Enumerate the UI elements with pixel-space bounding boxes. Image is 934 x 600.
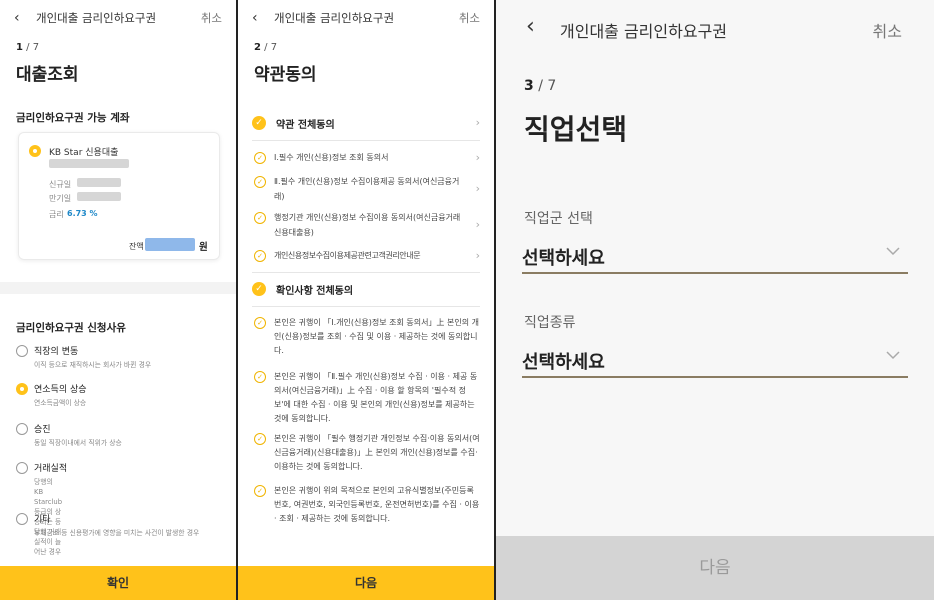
divider <box>252 272 480 273</box>
chevron-down-icon <box>886 351 900 360</box>
term-label: Ⅰ.필수 개인(신용)정보 조회 동의서 <box>274 153 389 162</box>
step-indicator: 2 / 7 <box>254 42 278 53</box>
chevron-right-icon: › <box>475 151 480 164</box>
job-group-value: 선택하세요 <box>522 248 605 269</box>
reason-section-label: 금리인하요구권 신청사유 <box>16 322 126 334</box>
check-circle-icon: ✓ <box>252 282 266 296</box>
cancel-button[interactable]: 취소 <box>201 10 222 26</box>
check-circle-icon: ✓ <box>254 485 266 497</box>
header: ‹ 개인대출 금리인하요구권 취소 <box>496 0 934 41</box>
confirm-text: 본인은 귀행이 「필수 행정기관 개인정보 수집·이용 동의서(여신금융거래)(… <box>274 434 480 471</box>
rate-label: 금리 <box>49 210 64 219</box>
chevron-right-icon: › <box>475 182 480 195</box>
reason-title: 연소득의 상승 <box>34 385 87 395</box>
back-icon[interactable]: ‹ <box>14 10 20 26</box>
chevron-down-icon <box>886 247 900 256</box>
all-terms-label: 약관 전체동의 <box>276 120 335 131</box>
chevron-right-icon: › <box>475 218 480 231</box>
term-label: Ⅱ.필수 개인(신용)정보 수집이용제공 동의서(여신금융거래) <box>274 177 460 201</box>
radio-icon[interactable] <box>16 345 28 357</box>
radio-selected-icon[interactable] <box>16 383 28 395</box>
reason-desc: 동일 직장이내에서 직위가 상승 <box>34 439 122 447</box>
header: ‹ 개인대출 금리인하요구권 취소 <box>238 0 494 36</box>
rate-value: 6.73 % <box>67 209 98 218</box>
cancel-button[interactable]: 취소 <box>459 10 480 26</box>
next-button[interactable]: 다음 <box>238 566 494 600</box>
confirm-text: 본인은 귀행이 「Ⅰ.개인(신용)정보 조회 동의서」上 본인의 개인(신용)정… <box>274 318 479 355</box>
balance-unit: 원 <box>199 242 208 253</box>
masked-new-date <box>77 178 121 187</box>
check-circle-icon: ✓ <box>254 212 266 224</box>
chevron-right-icon: › <box>475 249 480 262</box>
reason-title: 거래실적 <box>34 464 68 474</box>
confirm-button[interactable]: 확인 <box>0 566 236 600</box>
confirm-text: 본인은 귀행이 위의 목적으로 본인의 고유식별정보(주민등록번호, 여권번호,… <box>274 486 480 523</box>
all-terms-agree[interactable]: ✓ 약관 전체동의 › <box>252 111 480 135</box>
reason-desc: 연소득금액이 상승 <box>34 399 87 407</box>
step-indicator: 3 / 7 <box>524 78 557 94</box>
check-circle-icon: ✓ <box>254 176 266 188</box>
header-title: 개인대출 금리인하요구권 <box>274 11 395 25</box>
check-circle-icon: ✓ <box>254 433 266 445</box>
masked-maturity-date <box>77 192 121 201</box>
chevron-right-icon: › <box>475 116 480 129</box>
header-title: 개인대출 금리인하요구권 <box>560 22 728 41</box>
all-confirm-label: 확인사항 전체동의 <box>276 286 354 297</box>
check-circle-icon: ✓ <box>254 371 266 383</box>
header-title: 개인대출 금리인하요구권 <box>36 11 157 25</box>
back-icon[interactable]: ‹ <box>526 14 535 39</box>
maturity-label: 만기일 <box>49 194 72 203</box>
page-title: 약관동의 <box>254 65 317 85</box>
term-item-credit-inquiry[interactable]: ✓ Ⅰ.필수 개인(신용)정보 조회 동의서 › <box>254 150 480 168</box>
check-circle-icon: ✓ <box>254 152 266 164</box>
page-title: 대출조회 <box>16 65 79 85</box>
reason-desc: 부채감소 등 신용평가에 영향을 미치는 사건이 발생한 경우 <box>34 529 200 537</box>
reason-desc: 이직 등으로 재직하시는 회사가 바뀐 경우 <box>34 361 152 369</box>
radio-icon[interactable] <box>16 423 28 435</box>
back-icon[interactable]: ‹ <box>252 10 258 26</box>
account-radio[interactable] <box>29 145 41 157</box>
new-date-label: 신규일 <box>49 180 72 189</box>
job-group-label: 직업군 선택 <box>524 211 593 227</box>
job-selection-screen: ‹ 개인대출 금리인하요구권 취소 3 / 7 직업선택 직업군 선택 선택하세… <box>496 0 934 600</box>
reason-title: 기타 <box>34 515 51 525</box>
term-label: 행정기관 개인(신용)정보 수집이용 동의서(여신금융거래 신용대출용) <box>274 213 461 237</box>
job-type-value: 선택하세요 <box>522 352 605 373</box>
cancel-button[interactable]: 취소 <box>873 18 902 42</box>
check-circle-icon: ✓ <box>252 116 266 130</box>
account-name: KB Star 신용대출 <box>49 148 119 158</box>
eligible-accounts-label: 금리인하요구권 가능 계좌 <box>16 112 130 124</box>
reason-title: 승진 <box>34 425 51 435</box>
terms-agreement-screen: ‹ 개인대출 금리인하요구권 취소 2 / 7 약관동의 ✓ 약관 전체동의 ›… <box>238 0 496 600</box>
job-type-label: 직업종류 <box>524 315 576 331</box>
divider <box>252 140 480 141</box>
balance-label: 잔액 <box>129 242 144 251</box>
reason-title: 직장의 변동 <box>34 347 79 357</box>
term-label: 개인신용정보수집이용제공관련고객권리안내문 <box>274 251 421 260</box>
loan-inquiry-screen: ‹ 개인대출 금리인하요구권 취소 1 / 7 대출조회 금리인하요구권 가능 … <box>0 0 238 600</box>
term-item-credit-collection[interactable]: ✓ Ⅱ.필수 개인(신용)정보 수집이용제공 동의서(여신금융거래) › <box>254 174 480 206</box>
term-item-government-info[interactable]: ✓ 행정기관 개인(신용)정보 수집이용 동의서(여신금융거래 신용대출용) › <box>254 210 480 242</box>
section-divider <box>0 282 236 294</box>
term-item-customer-rights[interactable]: ✓ 개인신용정보수집이용제공관련고객권리안내문 › <box>254 248 480 266</box>
next-button-disabled[interactable]: 다음 <box>496 536 934 600</box>
radio-icon[interactable] <box>16 513 28 525</box>
radio-icon[interactable] <box>16 462 28 474</box>
header: ‹ 개인대출 금리인하요구권 취소 <box>0 0 236 36</box>
step-indicator: 1 / 7 <box>16 42 40 53</box>
all-confirm-agree[interactable]: ✓ 확인사항 전체동의 <box>252 277 480 301</box>
account-card[interactable]: KB Star 신용대출 신규일 만기일 금리 6.73 % 잔액 원 <box>18 132 220 260</box>
divider <box>252 306 480 307</box>
page-title: 직업선택 <box>524 113 628 146</box>
masked-account-number <box>49 159 129 168</box>
masked-balance <box>145 238 195 251</box>
check-circle-icon: ✓ <box>254 250 266 262</box>
confirm-text: 본인은 귀행이 「Ⅱ.필수 개인(신용)정보 수집 · 이용 · 제공 동의서(… <box>274 372 478 423</box>
check-circle-icon: ✓ <box>254 317 266 329</box>
job-group-select[interactable]: 선택하세요 <box>522 238 908 274</box>
job-type-select[interactable]: 선택하세요 <box>522 342 908 378</box>
